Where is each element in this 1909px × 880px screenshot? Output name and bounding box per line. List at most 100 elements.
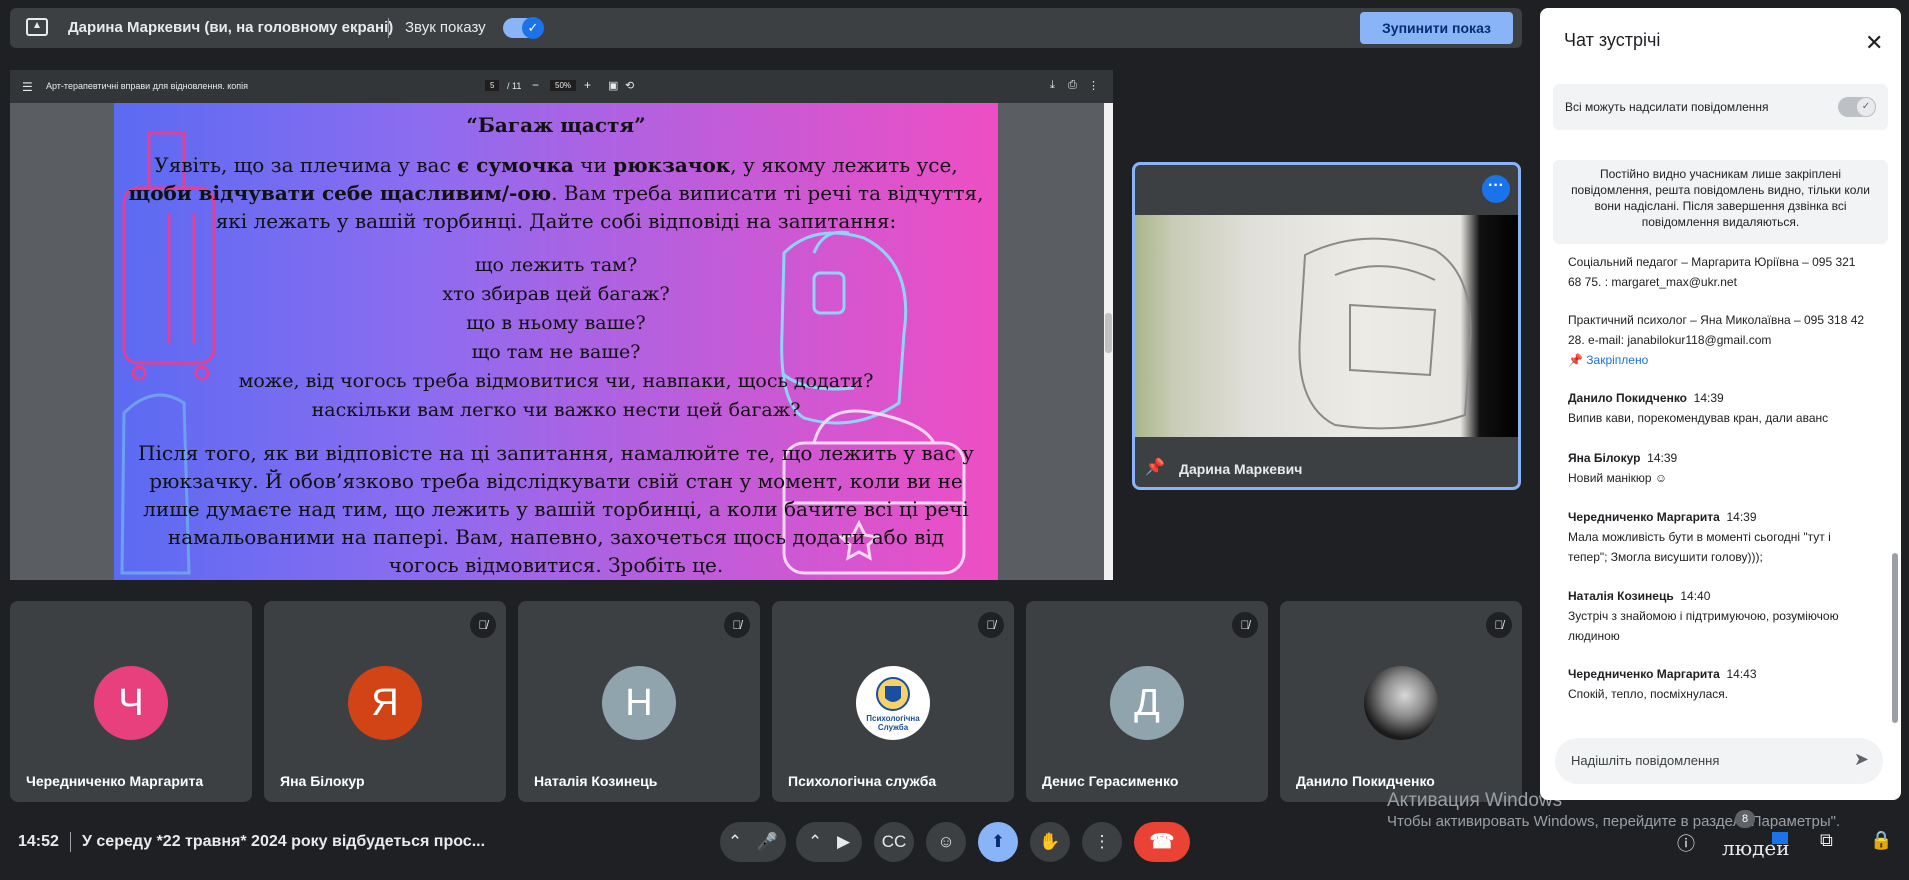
- more-options-button[interactable]: ···: [1482, 175, 1510, 203]
- camera-icon[interactable]: ▶: [837, 832, 850, 851]
- message-text: Спокій, тепло, посміхнулася.: [1568, 687, 1729, 701]
- presentation-bar: Дарина Маркевич (ви, на головному екрані…: [10, 8, 1522, 48]
- message-text: Випив кави, порекомендував кран, дали ав…: [1568, 411, 1829, 425]
- pdf-toolbar: ☰ Арт-терапевтичні вправи для відновленн…: [10, 70, 1113, 103]
- raise-hand-icon[interactable]: ✋: [1030, 822, 1070, 862]
- chat-message: Чередниченко Маргарита 14:39 Мала можлив…: [1568, 507, 1868, 567]
- emoji-icon[interactable]: ☺: [926, 822, 966, 862]
- chat-message: Соціальний педагог – Маргарита Юріївна –…: [1568, 252, 1868, 292]
- present-screen-icon[interactable]: ⬆: [978, 822, 1018, 862]
- mic-off-icon: 🎙̸: [1486, 612, 1512, 638]
- chat-message: Яна Білокур 14:39 Новий манікюр ☺: [1568, 448, 1868, 488]
- more-vert-icon[interactable]: ⋮: [1088, 79, 1099, 92]
- fit-page-icon[interactable]: ▣: [608, 79, 618, 92]
- message-text: Новий манікюр ☺: [1568, 471, 1668, 485]
- profile-photo: [1364, 666, 1438, 740]
- chevron-up-icon[interactable]: ⌃: [728, 832, 742, 851]
- rotate-icon[interactable]: ⟲: [625, 79, 634, 92]
- avatar: Ч: [94, 666, 168, 740]
- avatar: Я: [348, 666, 422, 740]
- slide-paragraph-line: лише думаєте над тим, що лежить у вашій …: [143, 497, 969, 521]
- chat-message: Данило Покидченко 14:39 Випив кави, поре…: [1568, 388, 1868, 428]
- divider: [70, 832, 71, 852]
- end-call-button[interactable]: ☎: [1134, 822, 1190, 862]
- present-screen-icon: [26, 18, 48, 36]
- slide-question: хто збирав цей багаж?: [442, 283, 670, 305]
- zoom-in-icon[interactable]: +: [584, 78, 591, 92]
- message-sender: Наталія Козинець: [1568, 589, 1674, 603]
- camera-image: [1298, 237, 1472, 430]
- slide-paragraph-line: намальованими на папері. Вам, напевно, з…: [167, 525, 945, 549]
- chevron-up-icon[interactable]: ⌃: [808, 832, 822, 851]
- slide-question: що лежить там?: [474, 254, 638, 276]
- windows-activation-text: Чтобы активировать Windows, перейдите в …: [1387, 813, 1841, 830]
- slide-question: що в ньому ваше?: [466, 312, 646, 334]
- mic-icon[interactable]: 🎤: [757, 832, 778, 851]
- stop-presenting-button[interactable]: Зупинити показ: [1360, 12, 1513, 44]
- participant-tile[interactable]: 🎙̸ Психологічна Служба Психологічна служ…: [772, 601, 1014, 802]
- allow-messages-setting: Всі можуть надсилати повідомлення ✓: [1553, 84, 1888, 130]
- mic-off-icon: 🎙̸: [470, 612, 496, 638]
- send-icon[interactable]: ➤: [1854, 749, 1869, 770]
- chat-scrollbar[interactable]: [1892, 553, 1898, 723]
- avatar: Д: [1110, 666, 1184, 740]
- check-icon: ✓: [1856, 97, 1876, 117]
- document-title: Арт-терапевтичні вправи для відновлення.…: [46, 81, 249, 91]
- slide-paragraph-line: Після того, як ви відповісте на ці запит…: [138, 441, 974, 465]
- participant-tile[interactable]: 🎙̸ Д Денис Герасименко: [1026, 601, 1268, 802]
- message-time: 14:39: [1726, 510, 1757, 524]
- people-count-badge: 8: [1735, 810, 1755, 828]
- logo-text: Психологічна Служба: [866, 714, 920, 732]
- share-sound-label: Звук показу: [405, 19, 486, 36]
- chat-message: Чередниченко Маргарита 14:43 Спокій, теп…: [1568, 664, 1868, 704]
- slide-paragraph-line: щоби відчувати себе щасливим/-ою. Вам тр…: [128, 181, 984, 205]
- pin-icon[interactable]: 📌: [1145, 457, 1165, 477]
- chat-input[interactable]: Надішліть повідомлення ➤: [1555, 738, 1883, 784]
- chat-notice: Постійно видно учасникам лише закріплені…: [1553, 160, 1888, 244]
- participant-name: Дарина Маркевич: [1179, 461, 1303, 477]
- pinned-label: 📌 Закріплено: [1568, 353, 1649, 367]
- more-options-icon[interactable]: ⋮: [1082, 822, 1122, 862]
- participant-tile[interactable]: 🎙̸ Данило Покидченко: [1280, 601, 1522, 802]
- participant-name: Психологічна служба: [788, 773, 937, 789]
- slide-title: “Багаж щастя”: [466, 113, 646, 137]
- host-controls-icon[interactable]: 🔒: [1870, 830, 1892, 851]
- share-sound-toggle[interactable]: ✓: [503, 17, 544, 39]
- windows-activation-title: Активация Windows: [1387, 790, 1563, 811]
- pinned-video-tile[interactable]: ··· 📌 Дарина Маркевич: [1132, 162, 1521, 490]
- captions-icon[interactable]: CC: [874, 822, 914, 862]
- presenter-title: Дарина Маркевич (ви, на головному екрані…: [68, 19, 394, 36]
- zoom-input[interactable]: 50%: [550, 80, 577, 91]
- participant-tile[interactable]: 🎙̸ Я Яна Білокур: [264, 601, 506, 802]
- allow-messages-toggle[interactable]: ✓: [1838, 97, 1876, 117]
- slide-paragraph-line: Уявіть, що за плечима у вас є сумочка чи…: [154, 153, 958, 177]
- menu-icon[interactable]: ☰: [22, 80, 33, 94]
- page-number-input[interactable]: 5: [485, 80, 500, 91]
- info-icon[interactable]: ⓘ: [1677, 830, 1695, 856]
- avatar: Н: [602, 666, 676, 740]
- check-icon: ✓: [522, 17, 544, 39]
- activities-icon[interactable]: ⧉: [1820, 830, 1833, 851]
- close-icon[interactable]: ✕: [1865, 30, 1883, 56]
- divider: [388, 18, 389, 38]
- participant-name: Наталія Козинець: [534, 773, 658, 789]
- participant-tile[interactable]: Ч Чередниченко Маргарита: [10, 601, 252, 802]
- video-controls[interactable]: ⌃ ▶: [796, 822, 862, 862]
- print-icon[interactable]: ⎙: [1068, 79, 1077, 92]
- download-icon[interactable]: ⤓: [1050, 79, 1055, 92]
- message-time: 14:39: [1693, 391, 1724, 405]
- chat-message: Практичний психолог – Яна Миколаївна – 0…: [1568, 310, 1868, 370]
- clock: 14:52: [18, 833, 59, 850]
- chat-input-placeholder: Надішліть повідомлення: [1571, 753, 1720, 768]
- zoom-out-icon[interactable]: −: [532, 78, 539, 92]
- participant-name: Денис Герасименко: [1042, 773, 1179, 789]
- participant-tile[interactable]: 🎙̸ Н Наталія Козинець: [518, 601, 760, 802]
- audio-controls[interactable]: ⌃ 🎤: [720, 822, 786, 862]
- participant-name: Данило Покидченко: [1296, 773, 1435, 789]
- meeting-title[interactable]: У середу *22 травня* 2024 року відбудеть…: [82, 833, 485, 851]
- allow-messages-label: Всі можуть надсилати повідомлення: [1565, 100, 1769, 114]
- message-text: Соціальний педагог – Маргарита Юріївна –…: [1568, 255, 1856, 289]
- camera-video: [1135, 215, 1518, 437]
- participant-name: Яна Білокур: [280, 773, 365, 789]
- pdf-scrollbar[interactable]: [1104, 103, 1113, 580]
